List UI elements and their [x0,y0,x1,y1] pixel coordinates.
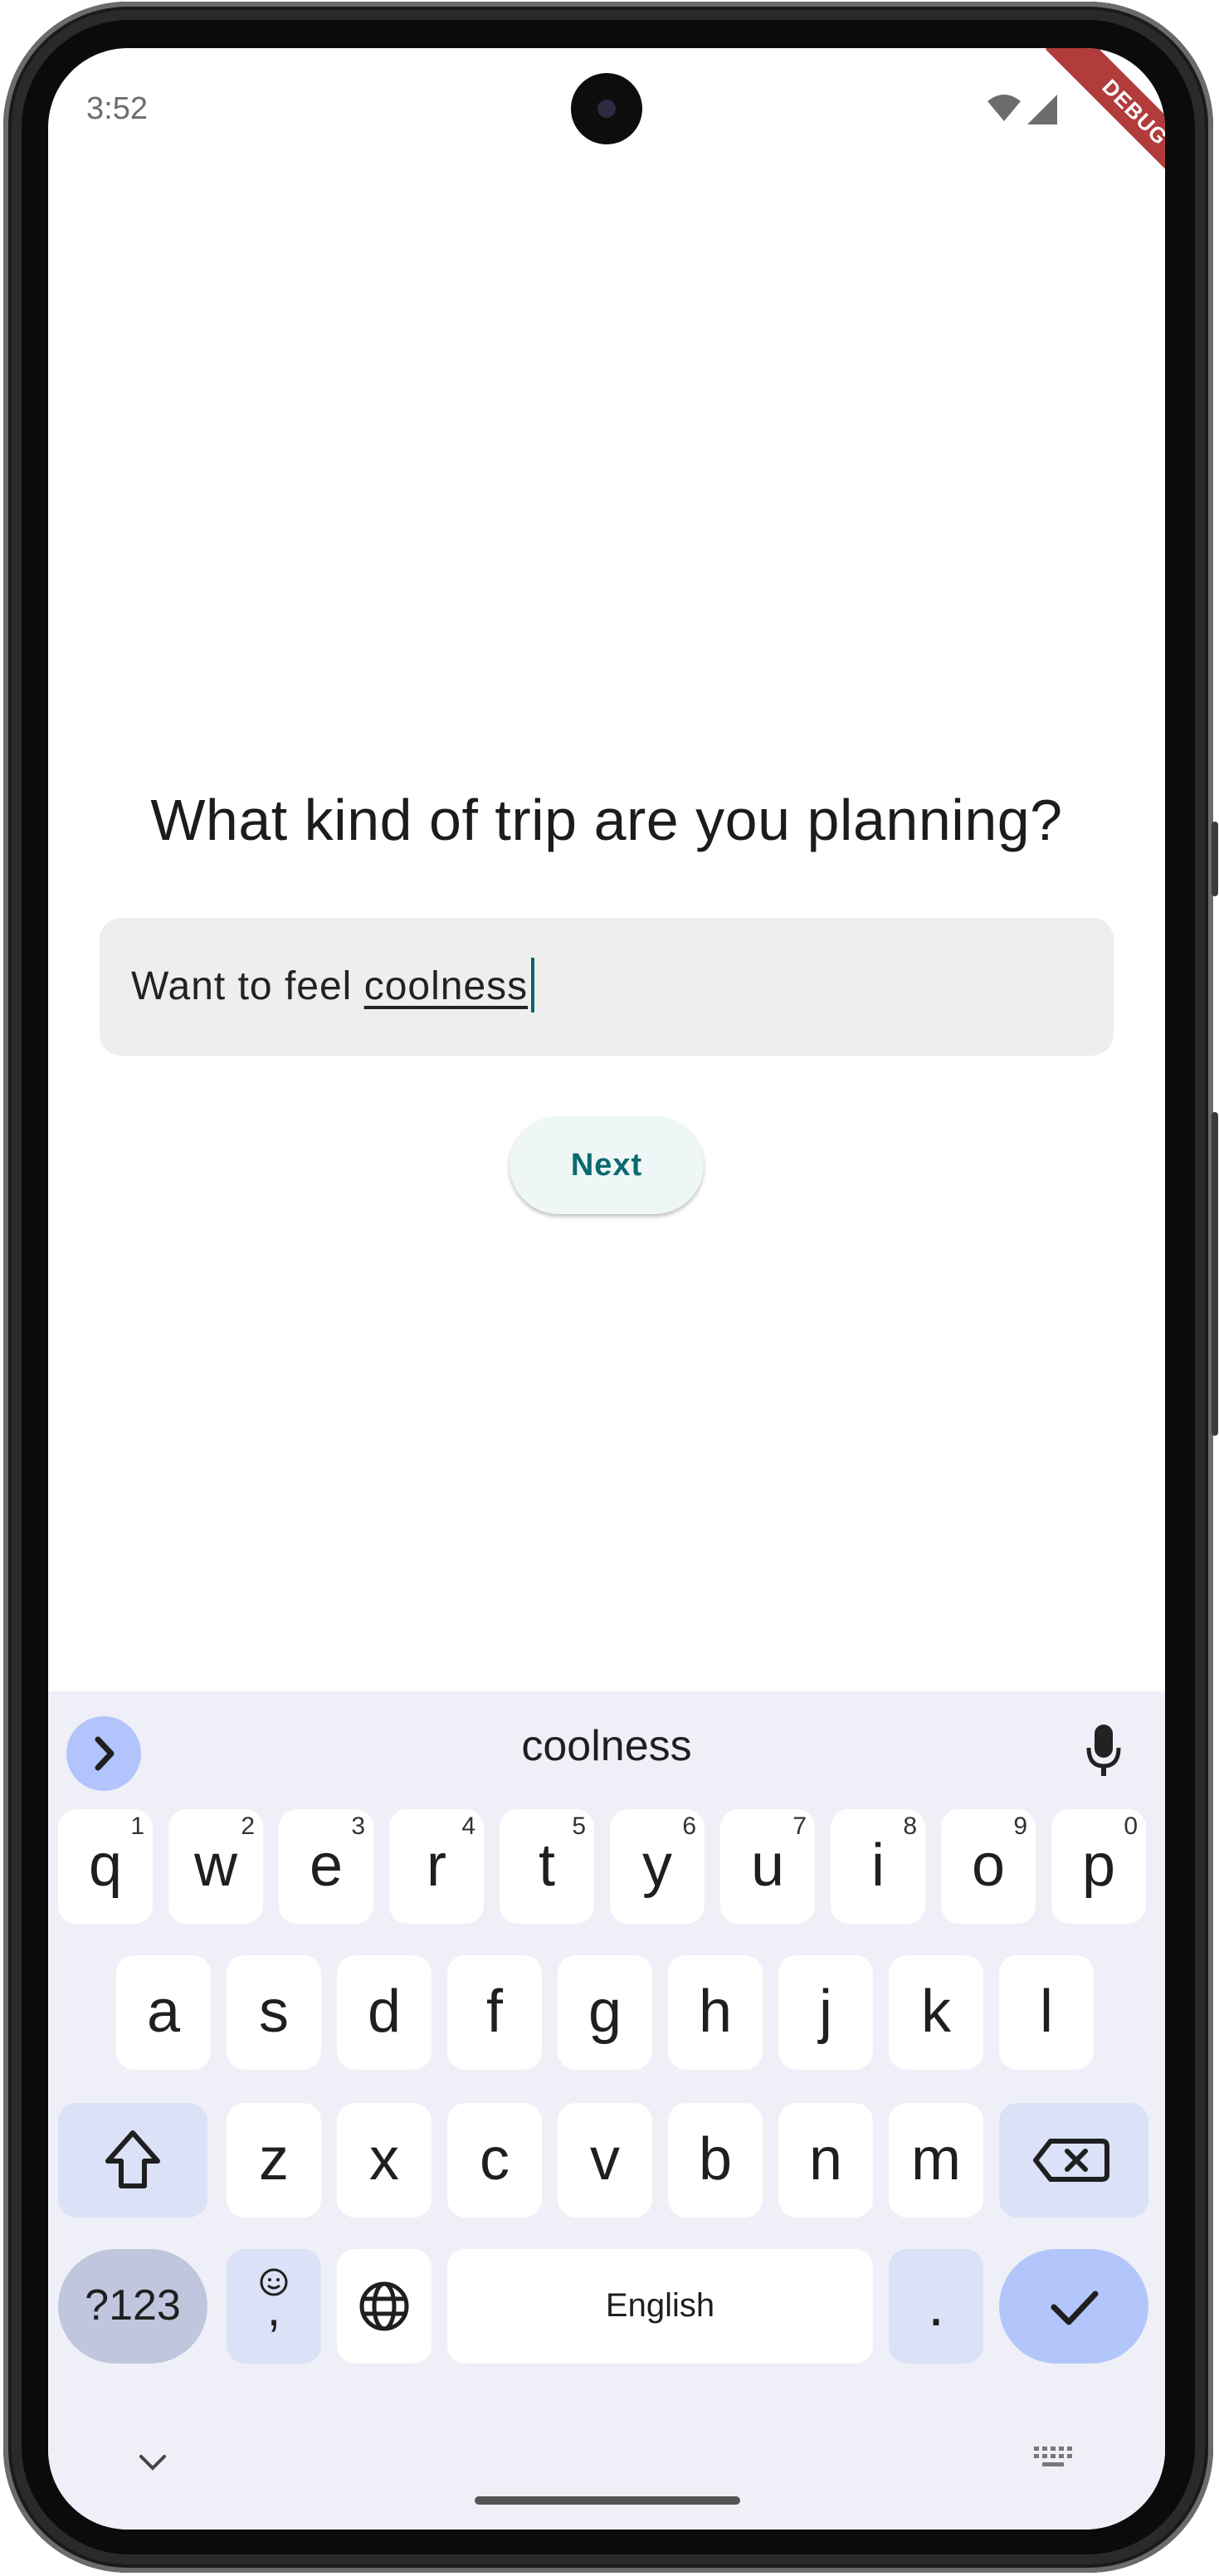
input-composing-word: coolness [363,964,529,1008]
enter-key[interactable] [999,2249,1148,2364]
period-key[interactable]: . [889,2249,983,2364]
key-u[interactable]: u7 [720,1809,815,1924]
space-bar[interactable]: English [447,2249,873,2364]
key-l[interactable]: l [999,1955,1094,2070]
side-button-top [1212,822,1218,896]
text-cursor [531,958,535,1013]
keyboard-toolbar-toggle[interactable] [66,1716,141,1791]
microphone-icon[interactable] [1084,1723,1124,1779]
key-p[interactable]: p0 [1051,1809,1146,1924]
checkmark-icon [1051,2291,1099,2325]
key-j[interactable]: j [778,1955,873,2070]
key-r[interactable]: r4 [389,1809,484,1924]
key-f[interactable]: f [447,1955,542,2070]
network-status-icon [987,95,1057,124]
key-y[interactable]: y6 [610,1809,705,1924]
screen: 3:52 DEBUG What kind of trip are you pla… [48,48,1165,2530]
key-o[interactable]: o9 [941,1809,1036,1924]
soft-keyboard: coolness q1 w2 e3 r4 t5 y6 u7 i8 o9 p0 a… [48,1691,1165,2530]
next-button[interactable]: Next [510,1116,704,1214]
key-n[interactable]: n [778,2103,873,2217]
input-value: Want to feel coolness [131,918,535,1056]
chevron-right-icon [95,1736,115,1771]
key-t[interactable]: t5 [500,1809,594,1924]
globe-icon [359,2281,409,2331]
wifi-icon [987,95,1021,121]
home-indicator[interactable] [475,2496,740,2505]
page-title: What kind of trip are you planning? [150,788,1063,852]
key-m[interactable]: m [889,2103,983,2217]
key-b[interactable]: b [668,2103,763,2217]
key-v[interactable]: v [558,2103,652,2217]
trip-input-field[interactable]: Want to feel coolness [100,918,1114,1056]
status-time: 3:52 [86,91,148,126]
key-i[interactable]: i8 [831,1809,925,1924]
keyboard-switch-icon[interactable] [1032,2445,1077,2470]
backspace-key[interactable] [999,2103,1148,2217]
emoji-comma-key[interactable]: , [227,2249,321,2364]
key-x[interactable]: x [337,2103,432,2217]
key-h[interactable]: h [668,1955,763,2070]
language-key[interactable] [337,2249,432,2364]
key-z[interactable]: z [227,2103,321,2217]
symbols-key[interactable]: ?123 [58,2249,207,2364]
key-d[interactable]: d [337,1955,432,2070]
key-q[interactable]: q1 [58,1809,153,1924]
key-e[interactable]: e3 [279,1809,373,1924]
key-k[interactable]: k [889,1955,983,2070]
suggestion-chip[interactable]: coolness [380,1721,833,1771]
backspace-icon [1033,2139,1109,2182]
key-g[interactable]: g [558,1955,652,2070]
shift-key[interactable] [58,2103,207,2217]
comma-label: , [266,2281,281,2336]
key-s[interactable]: s [227,1955,321,2070]
chevron-down-icon[interactable] [136,2452,169,2473]
key-c[interactable]: c [447,2103,542,2217]
front-camera [571,73,642,144]
key-a[interactable]: a [116,1955,211,2070]
shift-arrow-icon [105,2130,160,2188]
side-button-power [1212,1112,1218,1436]
signal-icon [1027,95,1057,124]
input-prefix: Want to feel [131,964,364,1008]
key-w[interactable]: w2 [168,1809,263,1924]
